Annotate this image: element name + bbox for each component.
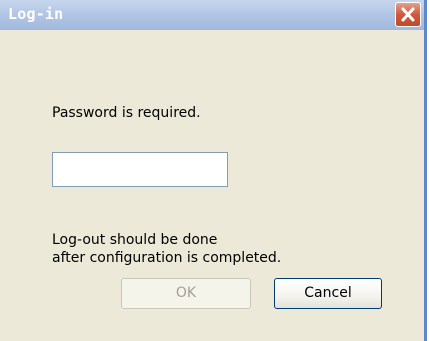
password-prompt: Password is required. — [52, 105, 201, 121]
logout-note: Log-out should be done after configurati… — [52, 231, 281, 267]
logout-note-line-1: Log-out should be done — [52, 232, 218, 248]
logout-note-line-2: after configuration is completed. — [52, 250, 282, 266]
window-title: Log-in — [8, 5, 64, 23]
close-icon — [401, 7, 415, 22]
login-dialog: Log-in Password is required. Log-out sho… — [0, 0, 427, 341]
dialog-body: Password is required. Log-out should be … — [0, 30, 424, 341]
ok-button[interactable]: OK — [121, 278, 251, 309]
close-button[interactable] — [395, 2, 421, 27]
title-bar[interactable]: Log-in — [0, 0, 424, 30]
password-input[interactable] — [52, 152, 228, 187]
cancel-button[interactable]: Cancel — [274, 278, 382, 309]
